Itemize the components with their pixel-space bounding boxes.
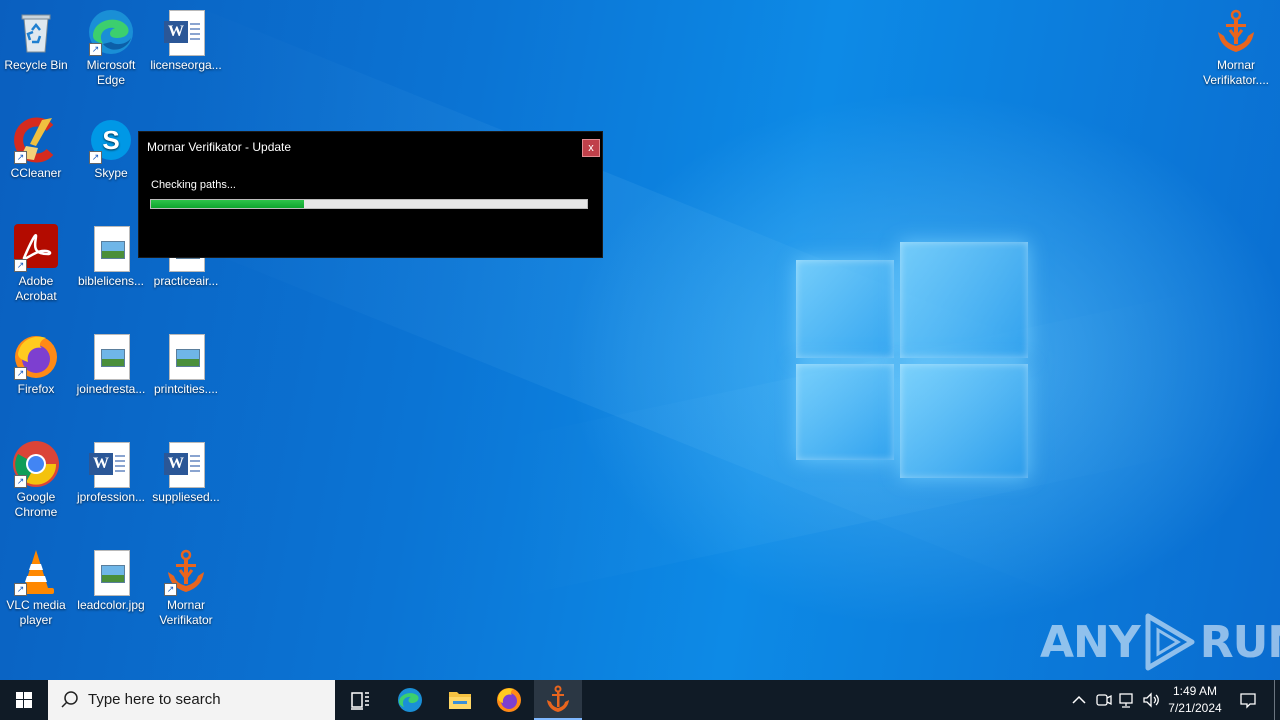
icon-label: suppliesed... [152,490,220,504]
taskbar-mornar-verifikator[interactable] [534,680,582,720]
icon-label: Mornar Verifikator.... [1202,58,1270,87]
svg-text:S: S [102,125,119,155]
desktop-icon-microsoft-edge[interactable]: ↗ Microsoft Edge [73,8,149,88]
icon-label: Firefox [17,382,55,396]
chrome-icon: ↗ [12,440,60,488]
icon-label: Adobe Acrobat [15,274,57,303]
notifications-icon[interactable] [1238,690,1258,710]
search-icon [61,691,78,708]
status-text: Checking paths... [151,179,236,191]
shortcut-arrow-icon: ↗ [14,367,27,380]
desktop-icon-ccleaner[interactable]: ↗ CCleaner [0,116,74,181]
mornar-anchor-icon [1212,8,1260,56]
taskbar-clock[interactable]: 1:49 AM 7/21/2024 [1160,683,1230,717]
taskbar-firefox[interactable] [485,680,533,720]
start-button[interactable] [0,680,48,720]
search-placeholder: Type here to search [88,691,221,708]
ccleaner-icon: ↗ [12,116,60,164]
desktop-icon-image-file[interactable]: printcities.... [148,332,224,397]
desktop-icon-vlc[interactable]: ↗ VLC media player [0,548,74,628]
desktop-icon-image-file[interactable]: joinedresta... [73,332,149,397]
shortcut-arrow-icon: ↗ [14,259,27,272]
icon-label: printcities.... [153,382,219,396]
desktop[interactable]: Recycle Bin ↗ CCleaner ↗ Adobe Acrobat ↗… [0,0,1280,680]
desktop-icon-mornar-verifikator[interactable]: ↗ Mornar Verifikator [148,548,224,628]
volume-icon[interactable] [1141,690,1161,710]
close-button[interactable]: x [582,139,600,157]
icon-label: Recycle Bin [4,58,68,72]
desktop-icon-google-chrome[interactable]: ↗ Google Chrome [0,440,74,520]
anyrun-watermark: ANY RUN [1040,612,1280,672]
dialog-title: Mornar Verifikator - Update [147,140,292,154]
firefox-icon: ↗ [12,332,60,380]
windows-logo-wallpaper [796,242,1028,478]
desktop-icon-adobe-acrobat[interactable]: ↗ Adobe Acrobat [0,224,74,304]
shortcut-arrow-icon: ↗ [89,43,102,56]
network-icon[interactable] [1117,690,1137,710]
image-file-icon [87,332,135,380]
firefox-icon [497,688,521,712]
icon-label: Mornar Verifikator [159,598,213,627]
desktop-icon-image-file[interactable]: leadcolor.jpg [73,548,149,613]
icon-label: VLC media player [6,598,66,627]
word-document-icon: W [162,440,210,488]
image-file-icon [87,224,135,272]
icon-label: leadcolor.jpg [77,598,145,612]
play-icon [1145,613,1195,671]
shortcut-arrow-icon: ↗ [14,475,27,488]
clock-time: 1:49 AM [1172,684,1218,698]
icon-label: CCleaner [10,166,62,180]
shortcut-arrow-icon: ↗ [164,583,177,596]
task-view-button[interactable] [336,680,384,720]
mornar-anchor-icon: ↗ [162,548,210,596]
clock-date: 7/21/2024 [1168,701,1222,715]
icon-label: joinedresta... [76,382,146,396]
taskbar-file-explorer[interactable] [436,680,484,720]
image-file-icon [87,548,135,596]
icon-label: Microsoft Edge [86,58,136,87]
image-file-icon [162,332,210,380]
icon-label: practiceair... [153,274,219,288]
desktop-icon-mornar-verifikator-exe[interactable]: Mornar Verifikator.... [1198,8,1274,88]
desktop-icon-firefox[interactable]: ↗ Firefox [0,332,74,397]
icon-label: licenseorga... [150,58,222,72]
shortcut-arrow-icon: ↗ [14,583,27,596]
windows-start-icon [16,692,32,708]
watermark-text-left: ANY [1040,616,1141,668]
folder-icon [449,692,471,709]
word-document-icon: W [87,440,135,488]
shortcut-arrow-icon: ↗ [14,151,27,164]
progress-fill [151,200,304,208]
show-desktop-divider[interactable] [1274,680,1275,720]
recycle-bin-icon [12,8,60,56]
task-view-icon [351,692,369,710]
desktop-icon-word-document[interactable]: W licenseorga... [148,8,224,73]
update-dialog[interactable]: Mornar Verifikator - Update x Checking p… [138,131,603,258]
desktop-icon-word-document[interactable]: W jprofession... [73,440,149,505]
desktop-icon-recycle-bin[interactable]: Recycle Bin [0,8,74,73]
mornar-anchor-icon [547,685,569,712]
word-document-icon: W [162,8,210,56]
taskbar: Type here to search 1:49 AM 7/21/2024 [0,680,1280,720]
taskbar-edge[interactable] [386,680,434,720]
desktop-icon-word-document[interactable]: W suppliesed... [148,440,224,505]
icon-label: jprofession... [76,490,146,504]
icon-label: Google Chrome [14,490,58,519]
shortcut-arrow-icon: ↗ [89,151,102,164]
skype-icon: S ↗ [87,116,135,164]
taskbar-search-box[interactable]: Type here to search [48,680,335,720]
watermark-text-right: RUN [1199,616,1280,668]
edge-icon [398,688,422,712]
progress-bar [150,199,588,209]
adobe-acrobat-icon: ↗ [12,224,60,272]
icon-label: biblelicens... [77,274,145,288]
vlc-cone-icon: ↗ [12,548,60,596]
chevron-up-icon[interactable] [1069,690,1089,710]
meet-now-icon[interactable] [1093,690,1113,710]
edge-icon: ↗ [87,8,135,56]
